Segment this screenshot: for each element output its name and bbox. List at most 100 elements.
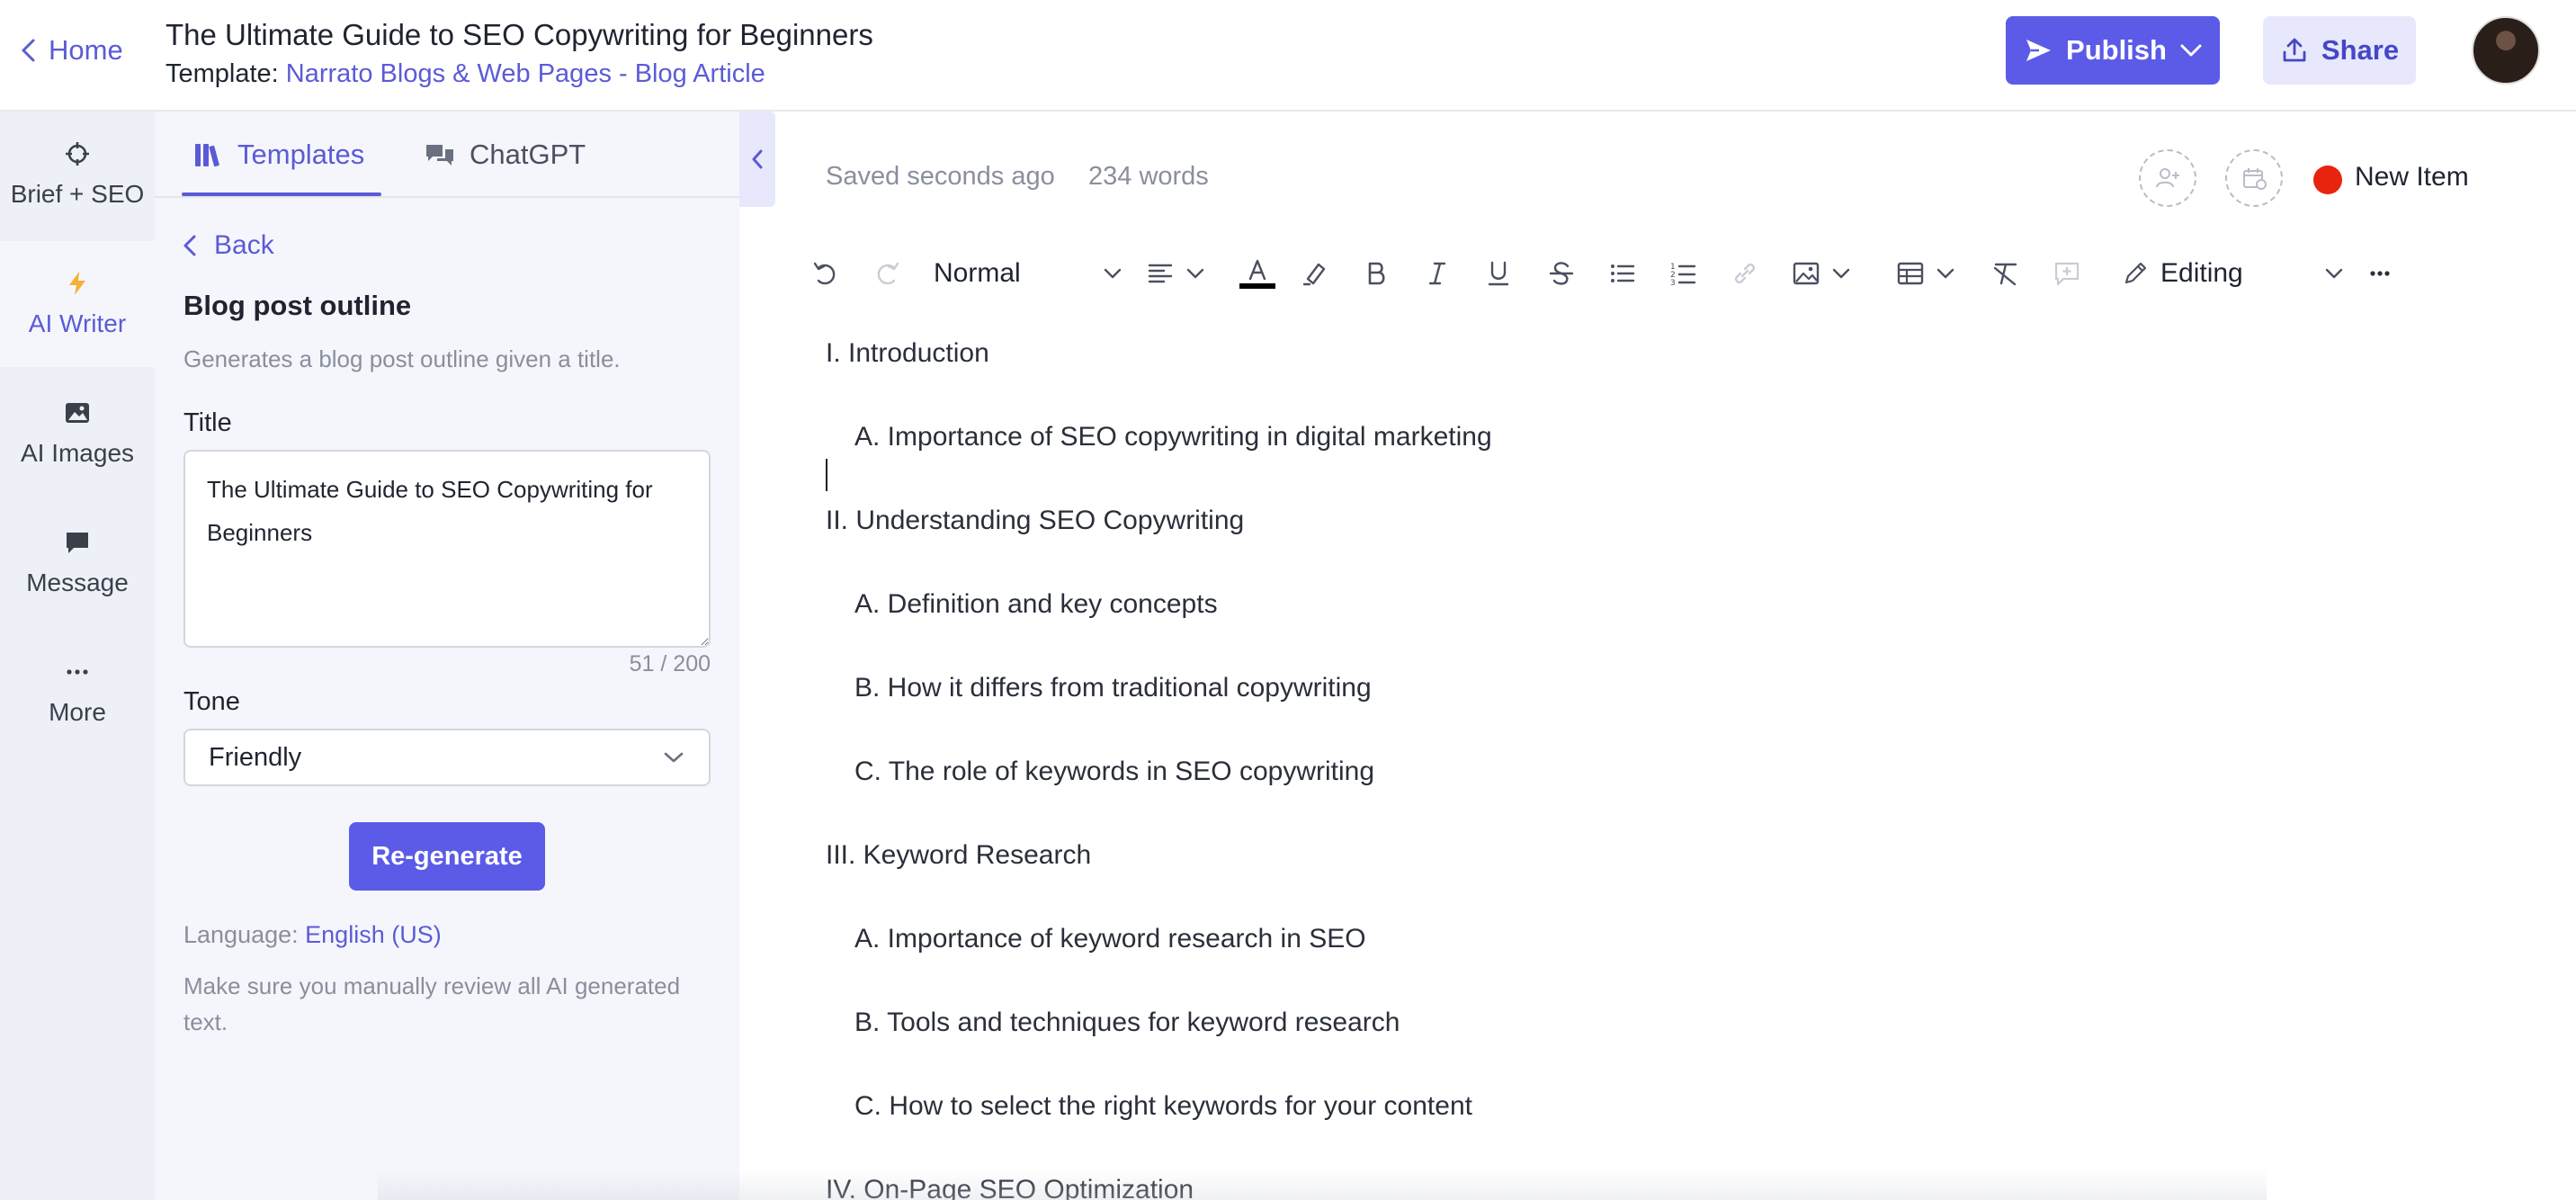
table-icon [1897,262,1924,285]
word-count: 234 words [1088,162,1209,191]
more-horizontal-icon [2370,271,2390,276]
rail-label: Message [26,569,129,596]
left-icon-rail: Brief + SEO AI Writer AI Images Message … [0,112,155,1200]
regenerate-button[interactable]: Re-generate [349,822,545,891]
chevron-down-icon [1186,268,1204,279]
add-comment-button[interactable] [2053,252,2081,295]
rail-item-ai-writer[interactable]: AI Writer [0,241,155,367]
home-label: Home [49,34,123,66]
pencil-icon [2124,262,2147,284]
back-link[interactable]: Back [182,230,274,261]
status-label[interactable]: New Item [2355,162,2469,193]
align-left-icon [1148,264,1173,283]
chevron-left-icon [752,149,763,169]
char-counter: 51 / 200 [629,651,711,676]
language-link[interactable]: English (US) [305,921,442,948]
rail-item-message[interactable]: Message [0,500,155,626]
title-field-label: Title [183,408,232,437]
editing-mode-dropdown[interactable]: Editing [2121,252,2344,295]
assign-user-button[interactable] [2139,149,2196,207]
due-date-button[interactable] [2225,149,2283,207]
outline-subitem: C. How to select the right keywords for … [854,1091,1472,1121]
top-header: Home The Ultimate Guide to SEO Copywriti… [0,0,2576,112]
chat-bubbles-icon [426,145,453,166]
outline-heading: I. Introduction [826,338,989,368]
highlight-button[interactable] [1301,252,1329,295]
text-cursor [826,459,827,491]
undo-button[interactable] [811,252,840,295]
italic-button[interactable] [1423,252,1452,295]
rail-label: AI Images [20,439,135,467]
tab-chatgpt[interactable]: ChatGPT [425,112,586,198]
crosshair-icon [66,142,89,166]
bold-button[interactable] [1362,252,1391,295]
editor-area: Saved seconds ago 234 words New Item Nor… [775,112,2576,1200]
tone-select[interactable]: Friendly [183,729,711,786]
bulleted-list-button[interactable] [1608,252,1637,295]
editor-toolbar: Normal 123 Editing [775,245,2576,302]
publish-label: Publish [2066,34,2167,66]
upload-share-icon [2283,38,2306,62]
chevron-down-icon [1832,268,1850,279]
link-button[interactable] [1731,252,1759,295]
ai-writer-panel: Templates ChatGPT Back Blog post outline… [155,112,739,1200]
paragraph-style-dropdown[interactable]: Normal [934,252,1123,295]
more-options-button[interactable] [2366,252,2394,295]
insert-image-dropdown[interactable] [1792,252,1851,295]
clear-formatting-button[interactable] [1991,252,2020,295]
title-input[interactable] [183,450,711,648]
numbered-list-icon: 123 [1670,263,1696,288]
redo-button[interactable] [872,252,901,295]
strikethrough-button[interactable] [1547,252,1576,295]
lightning-icon [69,272,85,295]
share-button[interactable]: Share [2263,16,2416,85]
rail-label: More [49,698,106,726]
chevron-left-icon [183,235,196,256]
rail-label: Brief + SEO [10,180,145,208]
template-title: Blog post outline [183,290,412,321]
review-note: Make sure you manually review all AI gen… [183,972,681,1035]
save-status: Saved seconds ago [826,162,1055,191]
insert-table-dropdown[interactable] [1896,252,1955,295]
rail-label: AI Writer [28,309,127,337]
document-title: The Ultimate Guide to SEO Copywriting fo… [165,18,873,51]
numbered-list-button[interactable]: 123 [1669,252,1698,295]
rail-item-more[interactable]: More [0,630,155,756]
share-label: Share [2321,34,2400,66]
chevron-down-icon [2325,268,2343,279]
rail-item-ai-images[interactable]: AI Images [0,371,155,497]
send-icon [2026,40,2052,61]
outline-heading: IV. On-Page SEO Optimization [826,1175,1194,1200]
books-icon [195,144,219,167]
language-prefix: Language: [183,921,299,948]
italic-icon [1428,262,1446,285]
redo-icon [877,262,899,285]
collapse-panel-button[interactable] [739,112,775,207]
editing-mode-value: Editing [2160,258,2243,288]
editing-mode-group: Editing [2121,258,2243,289]
status-indicator [2313,166,2342,194]
bold-icon [1368,262,1385,285]
user-avatar[interactable] [2472,16,2540,85]
font-color-button[interactable] [1239,252,1275,295]
rail-item-brief-seo[interactable]: Brief + SEO [0,112,155,237]
tab-templates[interactable]: Templates [192,112,364,198]
svg-text:3: 3 [1670,279,1676,288]
template-info: Template: Narrato Blogs & Web Pages - Bl… [165,59,765,89]
chat-bubble-icon [67,533,88,553]
publish-button[interactable]: Publish [2006,16,2220,85]
outline-subitem: B. How it differs from traditional copyw… [854,673,1372,703]
more-dots-icon [67,669,88,675]
outline-subitem: A. Importance of SEO copywriting in digi… [854,422,1492,452]
align-dropdown[interactable] [1146,252,1205,295]
highlighter-icon [1302,263,1326,286]
panel-tabs: Templates ChatGPT [155,112,739,198]
calendar-icon [2243,168,2267,190]
underline-button[interactable] [1484,252,1513,295]
template-link[interactable]: Narrato Blogs & Web Pages - Blog Article [286,59,765,88]
image-icon [1793,262,1820,285]
chevron-down-icon [664,752,684,763]
home-link[interactable]: Home [18,34,123,67]
paragraph-style-value: Normal [934,258,1021,288]
outline-subitem: B. Tools and techniques for keyword rese… [854,1007,1400,1037]
